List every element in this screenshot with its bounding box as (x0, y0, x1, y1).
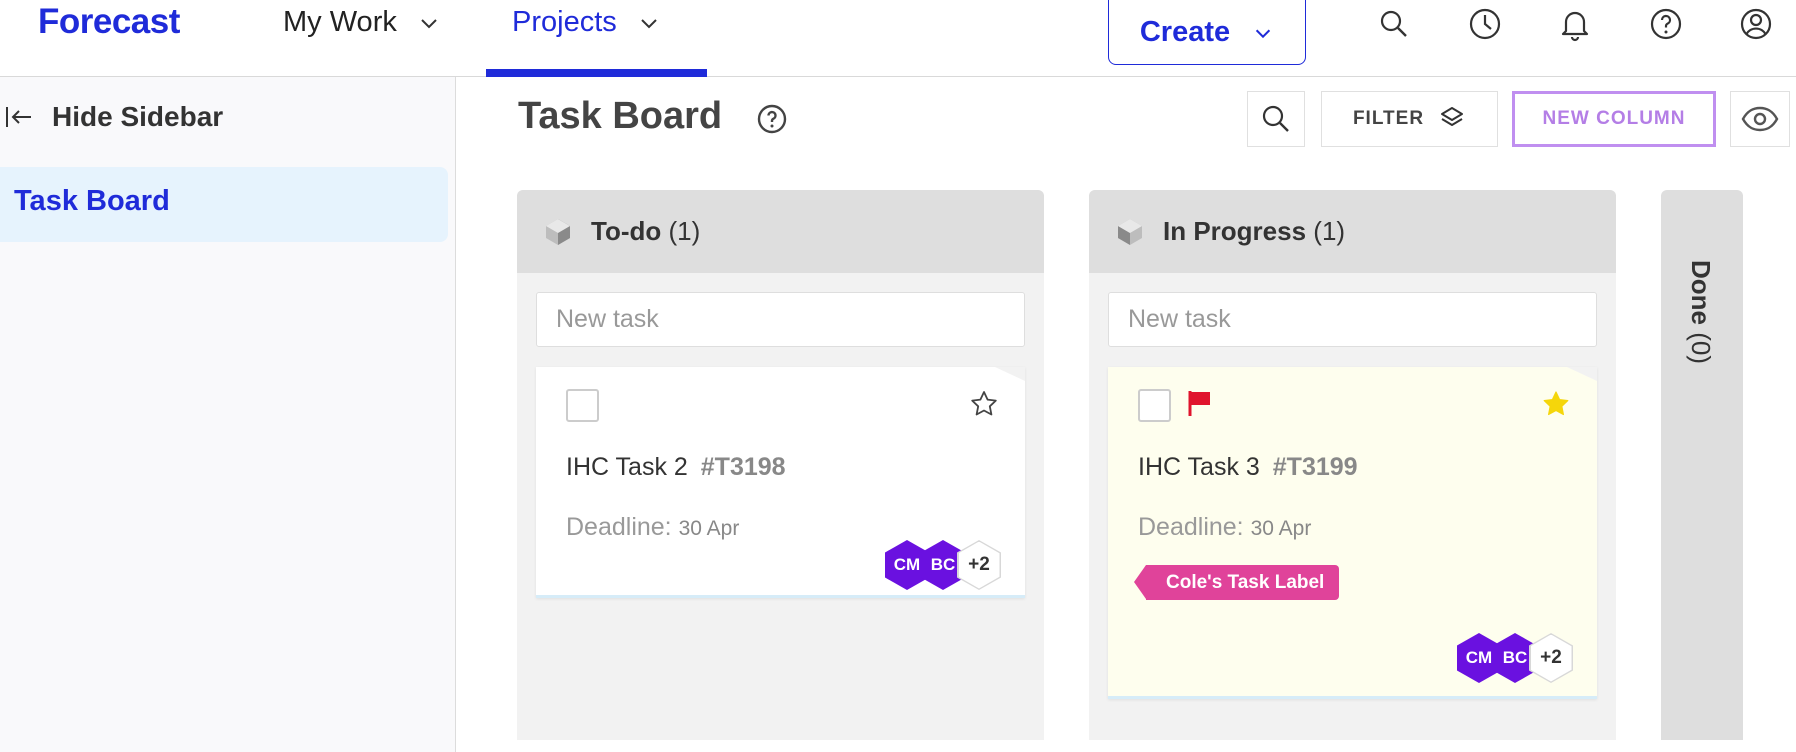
task-deadline: Deadline: 30 Apr (566, 513, 739, 542)
sidebar: Hide Sidebar Task Board (0, 77, 456, 752)
collapse-left-icon (6, 107, 31, 127)
chevron-down-icon (421, 18, 437, 28)
task-id: #T3199 (1272, 453, 1358, 481)
column-count: (1) (1313, 216, 1346, 246)
nav-my-work[interactable]: My Work (283, 6, 441, 39)
task-name: IHC Task 2 (566, 453, 688, 481)
sidebar-item-label: Task Board (14, 185, 170, 217)
column-count: (1) (668, 216, 701, 246)
column-name: To-do (591, 216, 662, 246)
more-assignees-count: +2 (1530, 634, 1572, 682)
column-header: Done (0) (1685, 260, 1716, 364)
search-icon[interactable] (1376, 6, 1412, 42)
active-nav-indicator (486, 69, 707, 77)
board-column-in-progress: In Progress (1) New task IHC Task 3 #T31… (1089, 190, 1616, 740)
layers-icon (1441, 107, 1464, 126)
clock-icon[interactable] (1467, 6, 1503, 42)
task-name: IHC Task 3 (1138, 453, 1260, 481)
page-title: Task Board (518, 95, 723, 137)
forecast-logo[interactable]: Forecast (38, 2, 180, 42)
star-outline-icon[interactable] (969, 389, 999, 419)
chevron-down-icon (1256, 29, 1271, 38)
star-filled-icon[interactable] (1541, 389, 1571, 419)
bell-icon[interactable] (1557, 6, 1593, 42)
filter-button-label: FILTER (1352, 108, 1425, 129)
deadline-value: 30 Apr (1250, 517, 1312, 540)
chevron-down-icon (641, 18, 657, 28)
more-assignees-count: +2 (958, 541, 1000, 589)
flag-icon[interactable] (1187, 389, 1213, 417)
task-id: #T3198 (700, 453, 786, 481)
task-checkbox[interactable] (566, 389, 599, 422)
column-count: (0) (1686, 332, 1716, 365)
help-icon[interactable] (756, 103, 788, 135)
task-deadline: Deadline: 30 Apr (1138, 513, 1311, 542)
hide-sidebar-button[interactable]: Hide Sidebar (4, 101, 223, 133)
deadline-label: Deadline: (1138, 513, 1244, 541)
view-options-button[interactable] (1730, 91, 1790, 147)
assignee-avatars[interactable]: CM BC +2 (885, 540, 1001, 590)
create-button[interactable]: Create (1108, 0, 1306, 65)
assignee-avatars[interactable]: CM BC +2 (1457, 633, 1573, 683)
create-button-label: Create (1139, 16, 1231, 48)
column-header[interactable]: In Progress (1) (1089, 190, 1616, 273)
new-column-button[interactable]: NEW COLUMN (1512, 91, 1716, 147)
column-name: In Progress (1163, 216, 1307, 246)
more-assignees-badge: +2 (1529, 633, 1573, 683)
filter-button[interactable]: FILTER (1321, 91, 1498, 147)
sidebar-item-task-board[interactable]: Task Board (0, 167, 448, 242)
account-icon[interactable] (1738, 6, 1774, 42)
task-checkbox[interactable] (1138, 389, 1171, 422)
nav-my-work-label: My Work (283, 6, 397, 38)
task-title[interactable]: IHC Task 3 #T3199 (1138, 453, 1358, 482)
more-assignees-badge: +2 (957, 540, 1001, 590)
help-icon[interactable] (1648, 6, 1684, 42)
column-header[interactable]: To-do (1) (517, 190, 1044, 273)
board-search-button[interactable] (1247, 91, 1305, 147)
task-card[interactable]: IHC Task 3 #T3199 Deadline: 30 Apr Cole'… (1108, 367, 1597, 699)
status-cube-icon (1118, 218, 1142, 245)
new-task-input[interactable]: New task (536, 292, 1025, 347)
top-navigation: Forecast My Work Projects Create (0, 0, 1796, 77)
nav-projects[interactable]: Projects (512, 6, 661, 39)
eye-icon (1741, 106, 1779, 132)
task-card[interactable]: IHC Task 2 #T3198 Deadline: 30 Apr CM BC… (536, 367, 1025, 598)
column-name: Done (1686, 260, 1716, 325)
search-icon (1262, 105, 1289, 132)
hide-sidebar-label: Hide Sidebar (52, 101, 224, 132)
status-cube-icon (546, 218, 570, 245)
new-task-input[interactable]: New task (1108, 292, 1597, 347)
board-column-done[interactable]: Done (0) (1661, 190, 1743, 740)
task-label-tag[interactable]: Cole's Task Label (1133, 565, 1340, 600)
task-title[interactable]: IHC Task 2 #T3198 (566, 453, 786, 482)
board-column-todo: To-do (1) New task IHC Task 2 #T3198 Dea… (517, 190, 1044, 740)
deadline-value: 30 Apr (678, 517, 740, 540)
nav-projects-label: Projects (512, 6, 617, 38)
deadline-label: Deadline: (566, 513, 672, 541)
